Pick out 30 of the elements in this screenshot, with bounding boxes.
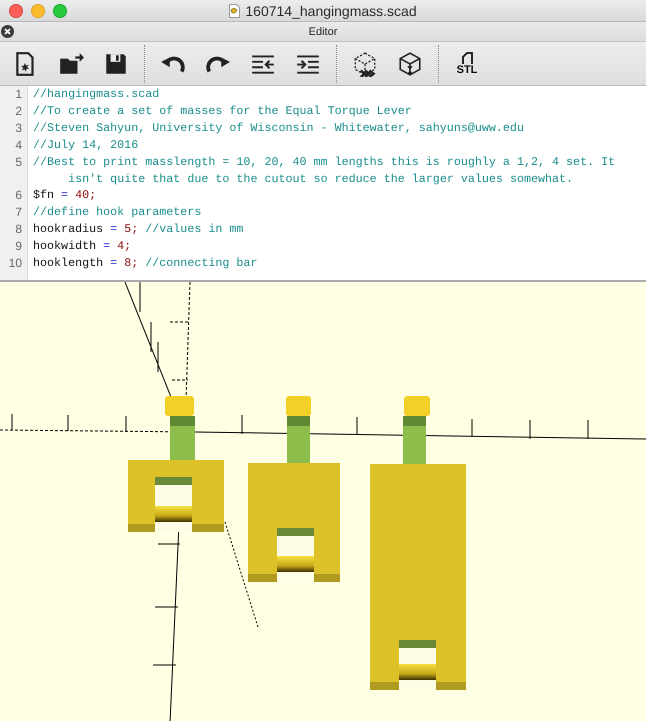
code-line: //Steven Sahyun, University of Wisconsin - Whitewater, sahyuns@uww.edu — [33, 120, 525, 137]
file-icon — [460, 52, 474, 65]
code-line: //Best to print masslength = 10, 20, 40 mm lengths this is roughly a 1,2, 4 set. It isn't quite that due to the cutout so reduce the larger values somewhat. — [33, 154, 616, 188]
code-line: //hangingmass.scad — [33, 86, 160, 103]
window-title: 160714_hangingmass.scad — [245, 2, 417, 18]
line-number: 7 — [14, 204, 23, 222]
line-number: 6 — [14, 187, 23, 204]
export-stl-button[interactable]: STL — [447, 44, 487, 82]
line-number: 4 — [14, 136, 23, 154]
line-number: 10 — [8, 255, 23, 272]
line-number: 9 — [14, 238, 23, 256]
document-icon — [229, 4, 240, 18]
line-number: 5 — [14, 154, 23, 171]
code-line: $fn = 40; — [33, 187, 98, 204]
line-number: 3 — [14, 120, 23, 137]
code-line: //July 14, 2016 — [33, 136, 140, 154]
line-number: 2 — [14, 102, 23, 120]
dashed-cube-icon — [352, 50, 378, 76]
line-number: 8 — [14, 221, 23, 238]
folder-icon — [58, 50, 84, 76]
code-line: //To create a set of masses for the Equal Torque Lever — [33, 102, 413, 120]
cube-hourglass-icon — [397, 50, 423, 76]
code-line: hooklength = 8; //connecting bar — [33, 255, 258, 272]
panel-title: Editor — [308, 26, 338, 38]
code-line: hookwidth = 4; — [33, 238, 132, 256]
close-button[interactable] — [9, 4, 23, 18]
close-icon[interactable] — [1, 25, 14, 38]
line-number: 1 — [14, 86, 23, 103]
code-line: hookradius = 5; //values in mm — [33, 221, 244, 238]
code-line: //define hook parameters — [33, 204, 202, 222]
